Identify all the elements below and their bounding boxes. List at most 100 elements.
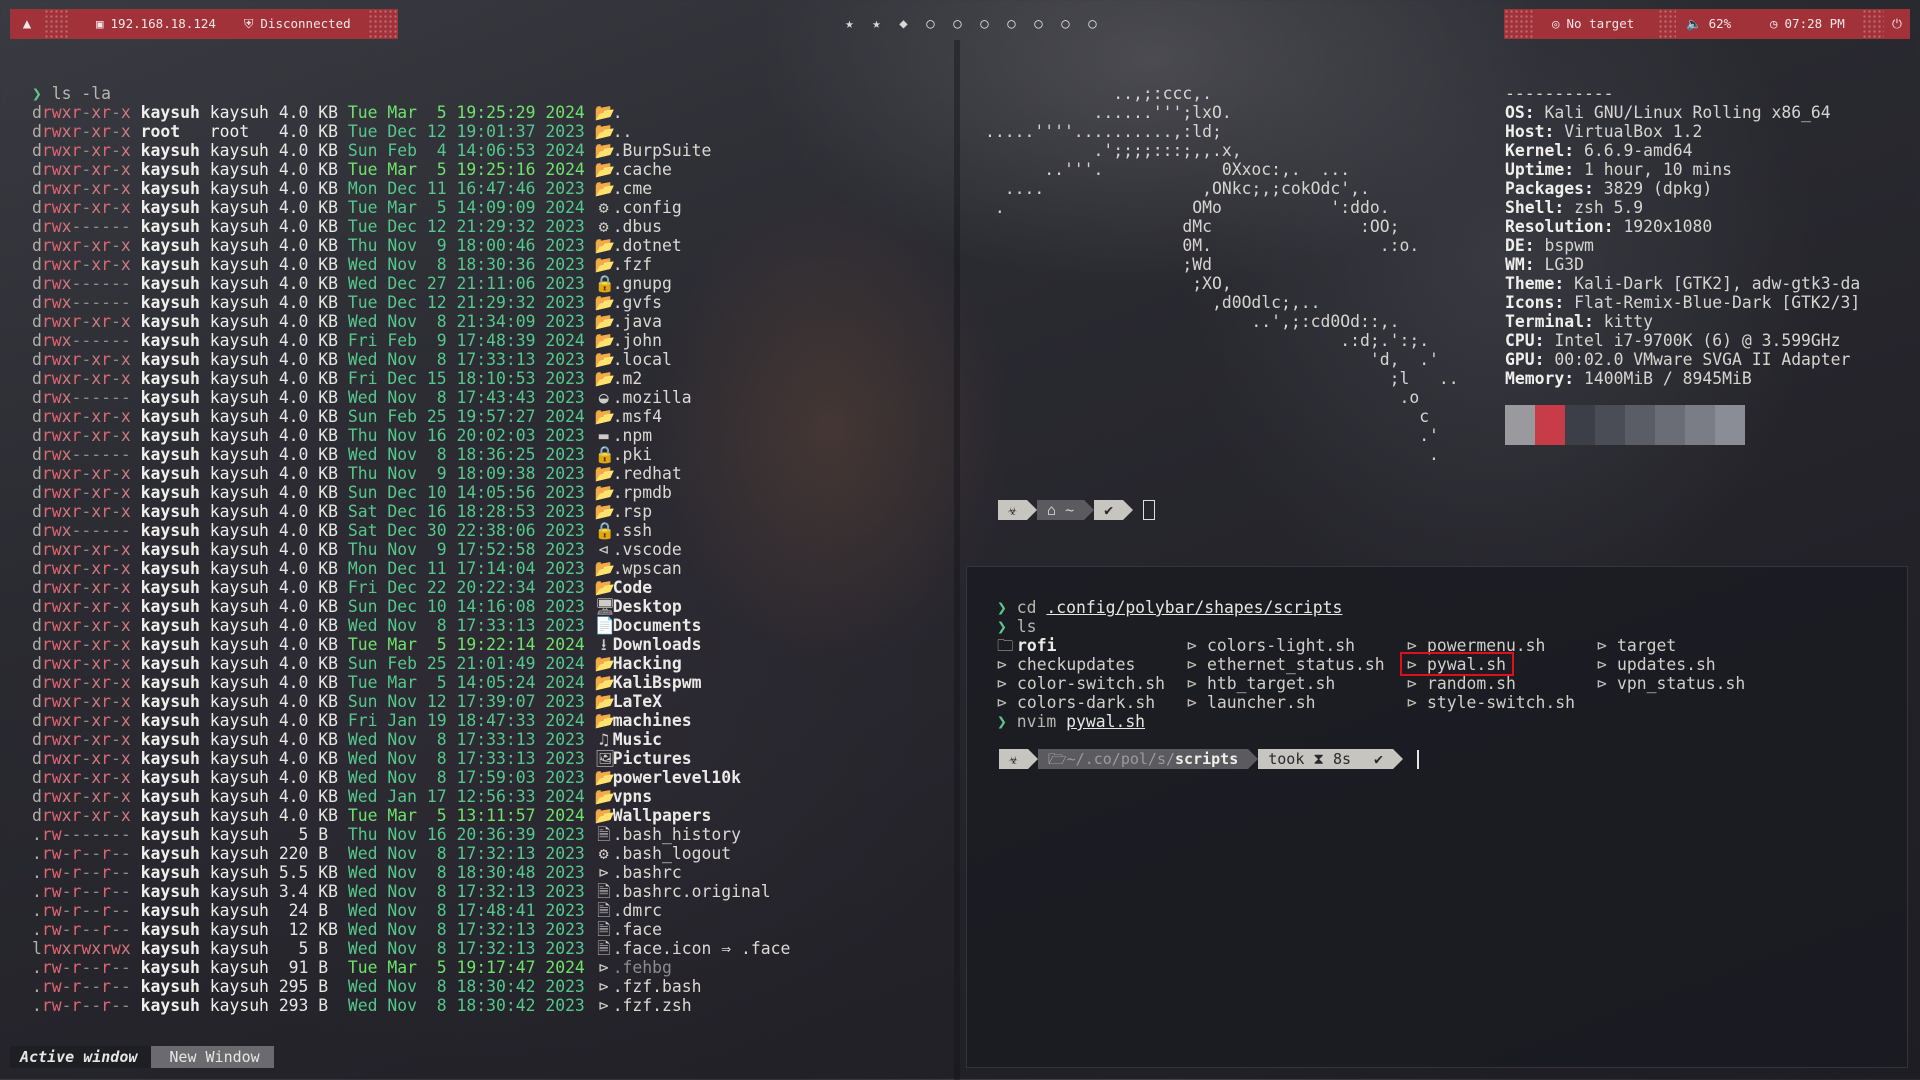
- info-value: 1400MiB / 8945MiB: [1583, 369, 1752, 388]
- target-module[interactable]: ◎ No target: [1534, 9, 1658, 39]
- ls-row: .rw-r--r-- kaysuh kaysuh 3.4 KB Wed Nov …: [32, 882, 952, 901]
- ls-row: drwxr-xr-x kaysuh kaysuh 4.0 KB Wed Nov …: [32, 749, 952, 768]
- mod-day: Wed: [347, 939, 378, 958]
- info-row: Resolution: 1920x1080: [1505, 217, 1713, 236]
- mod-day: Tue: [347, 122, 378, 141]
- group: kaysuh: [209, 540, 269, 559]
- mod-month: Nov: [387, 350, 417, 369]
- mod-date: 16: [426, 502, 447, 521]
- mod-year: 2023: [545, 863, 585, 882]
- mod-date: 12: [426, 122, 447, 141]
- mod-date: 5: [426, 198, 447, 217]
- file-type-icon: ⚙: [598, 198, 609, 217]
- workspace-7[interactable]: ○: [998, 9, 1025, 39]
- mod-month: Nov: [387, 255, 417, 274]
- info-row: WM: LG3D: [1505, 255, 1584, 274]
- ip-module[interactable]: ▣ 192.168.18.124: [68, 9, 218, 39]
- mod-month: Feb: [387, 654, 417, 673]
- group: kaysuh: [209, 255, 269, 274]
- file-type-icon: 📂: [594, 312, 616, 331]
- file-size: 4.0 KB: [278, 236, 339, 255]
- mod-year: 2023: [545, 578, 585, 597]
- workspace-1[interactable]: ★: [836, 9, 863, 39]
- permissions: drwxr-xr-x: [32, 141, 131, 160]
- info-row: Shell: zsh 5.9: [1505, 198, 1644, 217]
- terminal-left[interactable]: ❯ ls -la drwxr-xr-x kaysuh kaysuh 4.0 KB…: [32, 84, 952, 1015]
- mod-year: 2023: [545, 540, 585, 559]
- file-name: .fehbg: [612, 958, 672, 977]
- ls-row: .rw-r--r-- kaysuh kaysuh 220 B Wed Nov 8…: [32, 844, 952, 863]
- mod-time: 19:17:47: [456, 958, 536, 977]
- mod-month: Nov: [387, 882, 417, 901]
- owner: kaysuh: [140, 749, 200, 768]
- workspace-9[interactable]: ○: [1052, 9, 1079, 39]
- file-type-icon: ⊳: [598, 863, 609, 882]
- ls-row: drwxr-xr-x kaysuh kaysuh 4.0 KB Thu Nov …: [32, 426, 952, 445]
- permissions: drwxr-xr-x: [32, 711, 131, 730]
- volume-module[interactable]: 🔈 62%: [1676, 9, 1758, 39]
- new-window-label[interactable]: New Window: [151, 1046, 274, 1068]
- mod-time: 18:36:25: [456, 445, 536, 464]
- clock-module[interactable]: ◷ 07:28 PM: [1758, 9, 1862, 39]
- mod-day: Wed: [347, 996, 378, 1015]
- mod-date: 8: [426, 939, 447, 958]
- mod-day: Sun: [347, 654, 378, 673]
- terminal-right[interactable]: ❯ cd .config/polybar/shapes/scripts ❯ ls…: [966, 566, 1908, 1068]
- permissions: drwxr-xr-x: [32, 616, 131, 635]
- mod-day: Wed: [347, 787, 378, 806]
- info-key: Uptime: [1505, 160, 1565, 179]
- script-icon: ⊳: [1187, 636, 1197, 655]
- kali-logo-button[interactable]: ▲: [10, 9, 44, 39]
- ls-item-name: ethernet_status.sh: [1207, 655, 1385, 674]
- file-size: 4.0 KB: [278, 559, 339, 578]
- permissions: drwx------: [32, 293, 131, 312]
- mod-time: 18:30:42: [456, 977, 536, 996]
- power-button[interactable]: ⏻: [1884, 9, 1910, 39]
- mod-month: Mar: [387, 806, 417, 825]
- owner: kaysuh: [140, 198, 200, 217]
- mod-month: Dec: [387, 578, 417, 597]
- workspace-8[interactable]: ○: [1025, 9, 1052, 39]
- ls-row: drwxr-xr-x kaysuh kaysuh 4.0 KB Tue Mar …: [32, 103, 952, 122]
- info-value: Kali-Dark [GTK2], adw-gtk3-da: [1574, 274, 1861, 293]
- file-type-icon: 📂: [594, 559, 616, 578]
- workspace-3[interactable]: ◆: [890, 9, 917, 39]
- owner: kaysuh: [140, 483, 200, 502]
- owner: kaysuh: [140, 141, 200, 160]
- polybar: ▲ ▣ 192.168.18.124 ⛨ Disconnected ★ ★ ◆ ○ ○ ○ ○ ○…: [10, 9, 1910, 39]
- mod-day: Tue: [347, 293, 378, 312]
- mod-date: 10: [426, 483, 447, 502]
- workspace-4[interactable]: ○: [917, 9, 944, 39]
- ls-file-item: ⊳ colors-light.sh: [1187, 636, 1355, 655]
- mod-month: Nov: [387, 863, 417, 882]
- file-type-icon: 📂: [594, 160, 616, 179]
- info-value: 6.6.9-amd64: [1583, 141, 1693, 160]
- owner: kaysuh: [140, 312, 200, 331]
- kali-dragon-icon: ▲: [22, 16, 32, 32]
- permissions: .rw-------: [32, 825, 131, 844]
- group: kaysuh: [209, 274, 269, 293]
- workspace-2[interactable]: ★: [863, 9, 890, 39]
- workspace-5[interactable]: ○: [944, 9, 971, 39]
- info-value: kitty: [1603, 312, 1654, 331]
- active-window-label[interactable]: Active window: [10, 1046, 152, 1068]
- bar-decoration: [44, 9, 68, 39]
- permissions: drwxr-xr-x: [32, 350, 131, 369]
- workspace-10[interactable]: ○: [1079, 9, 1106, 39]
- file-name: vpns: [612, 787, 653, 806]
- mod-time: 19:57:27: [456, 407, 536, 426]
- ls-file-item: ⊳ colors-dark.sh: [997, 693, 1155, 712]
- workspace-6[interactable]: ○: [971, 9, 998, 39]
- vpn-module[interactable]: ⛨ Disconnected: [218, 9, 368, 39]
- mod-day: Wed: [347, 882, 378, 901]
- ls-file-item: ⊳ checkupdates: [997, 655, 1135, 674]
- file-type-icon: 📂: [594, 407, 616, 426]
- group: kaysuh: [209, 730, 269, 749]
- info-value: 3829 (dpkg): [1603, 179, 1713, 198]
- mod-time: 21:34:09: [456, 312, 536, 331]
- mod-date: 9: [426, 540, 447, 559]
- mod-date: 12: [426, 692, 447, 711]
- mod-month: Jan: [387, 787, 417, 806]
- file-name: .gnupg: [612, 274, 672, 293]
- file-size: 4.0 KB: [278, 179, 339, 198]
